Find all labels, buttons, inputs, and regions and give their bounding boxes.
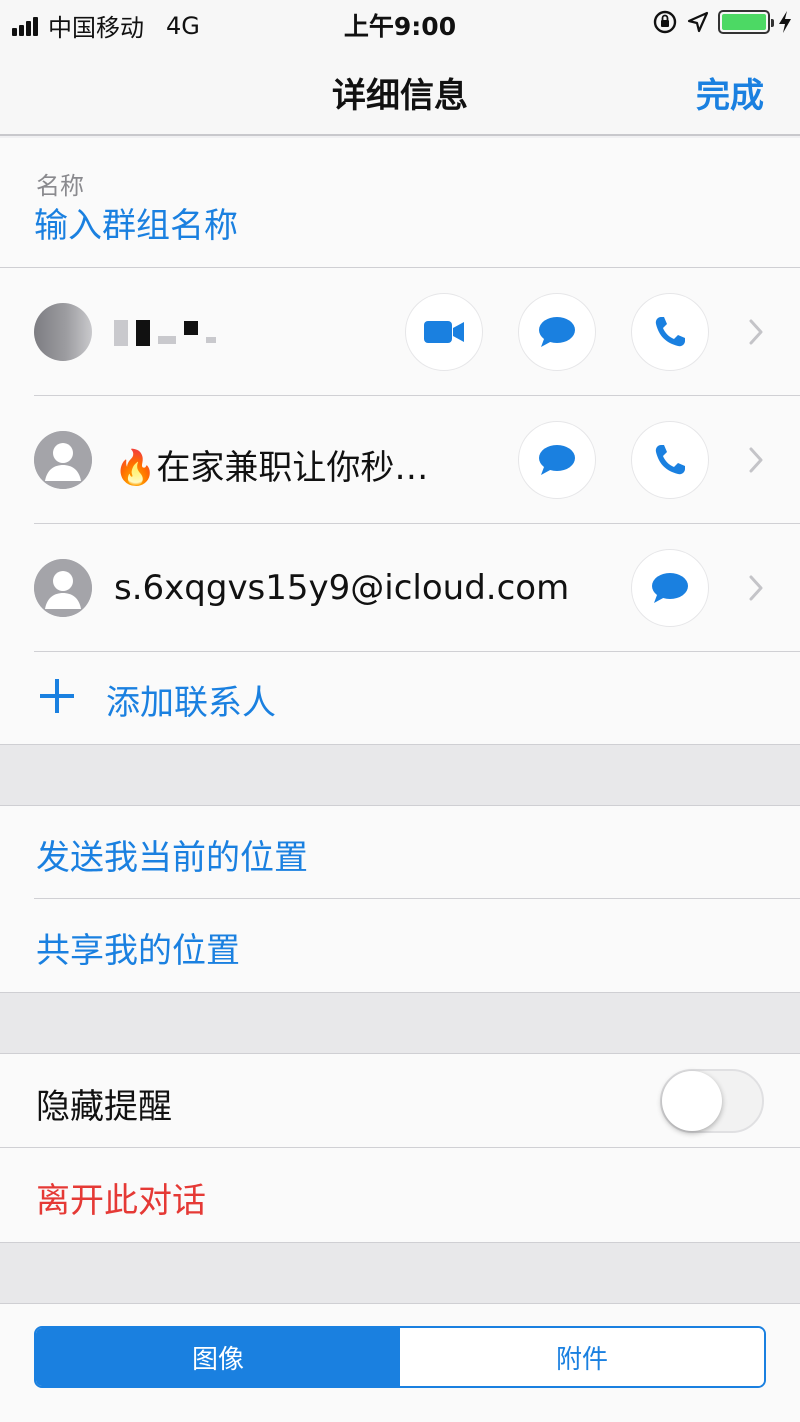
message-icon bbox=[539, 445, 575, 475]
chevron-right-icon bbox=[749, 575, 763, 601]
status-right bbox=[652, 9, 792, 35]
status-bar: 中国移动 4G 上午9:00 bbox=[0, 0, 800, 44]
segmented-control: 图像 附件 bbox=[34, 1326, 766, 1388]
hide-alerts-toggle[interactable] bbox=[660, 1069, 764, 1133]
segment-images[interactable]: 图像 bbox=[36, 1328, 400, 1386]
navigation-bar: 详细信息 完成 bbox=[0, 44, 800, 136]
section-spacer bbox=[0, 744, 800, 806]
chevron-right-icon bbox=[749, 447, 763, 473]
send-current-location-button[interactable]: 发送我当前的位置 bbox=[0, 806, 800, 899]
add-contact-label: 添加联系人 bbox=[106, 683, 276, 723]
hide-alerts-label: 隐藏提醒 bbox=[36, 1087, 172, 1127]
contact-name: s.6xqgvs15y9@icloud.com bbox=[114, 568, 570, 608]
avatar bbox=[34, 303, 92, 361]
phone-button[interactable] bbox=[631, 421, 709, 499]
contact-name-redacted bbox=[114, 320, 216, 346]
group-name-section: 名称 bbox=[0, 138, 800, 268]
message-icon bbox=[539, 317, 575, 347]
leave-conversation-label: 离开此对话 bbox=[36, 1181, 206, 1221]
section-spacer bbox=[0, 1242, 800, 1304]
page-title: 详细信息 bbox=[332, 76, 468, 116]
share-location-label: 共享我的位置 bbox=[36, 931, 240, 971]
contact-name: 🔥在家兼职让你秒… bbox=[114, 448, 429, 488]
battery-icon bbox=[718, 10, 774, 34]
message-button[interactable] bbox=[518, 293, 596, 371]
share-location-button[interactable]: 共享我的位置 bbox=[0, 899, 800, 992]
location-arrow-icon bbox=[687, 11, 709, 33]
contacts-section: 🔥在家兼职让你秒… s.6xqgvs15y9@icloud.com 添加联系人 bbox=[0, 268, 800, 744]
phone-button[interactable] bbox=[631, 293, 709, 371]
section-spacer bbox=[0, 992, 800, 1054]
media-section: 图像 附件 bbox=[0, 1304, 800, 1422]
person-placeholder-icon bbox=[34, 559, 92, 617]
charging-bolt-icon bbox=[779, 11, 791, 33]
person-placeholder-icon bbox=[34, 431, 92, 489]
leave-conversation-button[interactable]: 离开此对话 bbox=[0, 1148, 800, 1242]
group-name-label: 名称 bbox=[36, 172, 84, 200]
video-icon bbox=[424, 321, 464, 343]
message-button[interactable] bbox=[518, 421, 596, 499]
phone-icon bbox=[655, 317, 685, 347]
chevron-right-icon bbox=[749, 319, 763, 345]
message-icon bbox=[652, 573, 688, 603]
plus-icon bbox=[40, 679, 74, 713]
location-section: 发送我当前的位置 共享我的位置 bbox=[0, 806, 800, 992]
video-call-button[interactable] bbox=[405, 293, 483, 371]
send-current-location-label: 发送我当前的位置 bbox=[36, 838, 308, 878]
contact-row[interactable] bbox=[0, 268, 800, 396]
battery-fill bbox=[722, 14, 766, 30]
done-button[interactable]: 完成 bbox=[696, 68, 764, 117]
contact-row[interactable]: 🔥在家兼职让你秒… bbox=[0, 396, 800, 524]
toggle-knob bbox=[662, 1071, 722, 1131]
orientation-lock-icon bbox=[653, 10, 677, 34]
phone-icon bbox=[655, 445, 685, 475]
options-section: 隐藏提醒 离开此对话 bbox=[0, 1054, 800, 1242]
segment-attachments[interactable]: 附件 bbox=[400, 1328, 764, 1386]
hide-alerts-row: 隐藏提醒 bbox=[0, 1054, 800, 1148]
message-button[interactable] bbox=[631, 549, 709, 627]
contact-row[interactable]: s.6xqgvs15y9@icloud.com bbox=[0, 524, 800, 652]
group-name-input[interactable] bbox=[34, 206, 634, 246]
add-contact-button[interactable]: 添加联系人 bbox=[0, 651, 800, 744]
